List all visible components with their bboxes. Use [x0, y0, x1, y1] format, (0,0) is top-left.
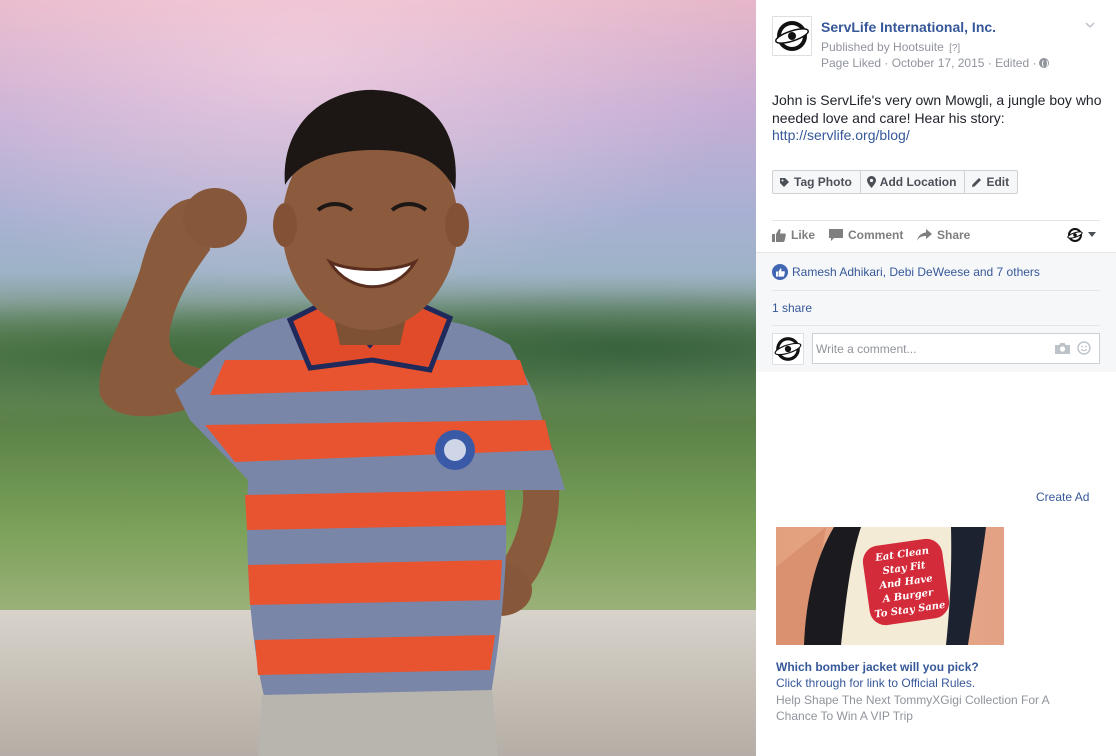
- thumbs-up-icon: [772, 228, 786, 242]
- boy-figure: [99, 89, 565, 756]
- globe-icon[interactable]: [1039, 58, 1050, 68]
- create-ad-link[interactable]: Create Ad: [1036, 490, 1089, 504]
- add-location-button[interactable]: Add Location: [861, 171, 966, 193]
- location-pin-icon: [866, 176, 876, 188]
- page-avatar[interactable]: [772, 16, 812, 56]
- publisher-line: Published by Hootsuite [?]: [821, 40, 960, 54]
- like-reaction-icon: [772, 264, 788, 280]
- divider: [772, 325, 1100, 326]
- reactions-summary[interactable]: Ramesh Adhikari, Debi DeWeese and 7 othe…: [772, 264, 1040, 280]
- comment-button[interactable]: Comment: [829, 228, 903, 242]
- ad-subtitle-link[interactable]: Click through for link to Official Rules…: [776, 676, 975, 690]
- post-meta: Page Liked · October 17, 2015 · Edited ·: [821, 56, 1050, 70]
- edit-button[interactable]: Edit: [965, 171, 1017, 193]
- shares-count-link[interactable]: 1 share: [772, 301, 812, 315]
- chevron-down-icon[interactable]: [1084, 19, 1096, 31]
- post-message: John is ServLife's very own Mowgli, a ju…: [772, 92, 1102, 126]
- ad-image[interactable]: Eat Clean Stay Fit And Have A Burger To …: [776, 527, 1004, 645]
- actor-selector[interactable]: [1067, 227, 1097, 243]
- photo-actions-bar: Tag Photo Add Location Edit: [772, 170, 1019, 194]
- divider: [772, 290, 1100, 291]
- reactions-text[interactable]: Ramesh Adhikari, Debi DeWeese and 7 othe…: [792, 265, 1040, 279]
- publisher-help-link[interactable]: [?]: [949, 43, 960, 54]
- comment-box: [812, 333, 1100, 364]
- like-button[interactable]: Like: [772, 228, 815, 242]
- add-location-label: Add Location: [879, 175, 957, 189]
- post-photo[interactable]: [0, 0, 756, 756]
- post-header: ServLife International, Inc. Published b…: [772, 16, 1102, 76]
- share-label: Share: [937, 228, 971, 242]
- camera-icon[interactable]: [1055, 342, 1070, 354]
- share-arrow-icon: [917, 229, 932, 241]
- tag-photo-button[interactable]: Tag Photo: [773, 171, 861, 193]
- servlife-logo-icon: [774, 337, 802, 361]
- post-side-panel: ServLife International, Inc. Published b…: [756, 0, 1116, 756]
- post-link[interactable]: http://servlife.org/blog/: [772, 127, 910, 143]
- share-button[interactable]: Share: [917, 228, 970, 242]
- edit-label: Edit: [986, 175, 1010, 189]
- comment-input[interactable]: [816, 340, 1046, 358]
- page-name-link[interactable]: ServLife International, Inc.: [821, 19, 996, 35]
- bomber-jacket-image: Eat Clean Stay Fit And Have A Burger To …: [776, 527, 986, 645]
- ufi-actions: Like Comment Share: [772, 228, 1102, 244]
- pencil-icon: [972, 177, 982, 187]
- tag-icon: [780, 177, 789, 187]
- commenter-avatar: [772, 333, 804, 365]
- caret-down-icon: [1088, 232, 1096, 237]
- page-actor-avatar-icon: [1067, 228, 1083, 242]
- tag-photo-label: Tag Photo: [794, 175, 852, 189]
- divider: [772, 220, 1100, 221]
- ad-title-link[interactable]: Which bomber jacket will you pick?: [776, 660, 979, 674]
- comment-label: Comment: [848, 228, 904, 242]
- emoji-icon[interactable]: [1077, 341, 1091, 355]
- like-label: Like: [791, 228, 816, 242]
- publisher-text: Published by Hootsuite: [821, 40, 944, 54]
- servlife-logo-icon: [775, 21, 809, 51]
- post-meta-text: Page Liked · October 17, 2015 · Edited ·: [821, 56, 1037, 70]
- feedback-section: Ramesh Adhikari, Debi DeWeese and 7 othe…: [756, 252, 1116, 372]
- ad-description: Help Shape The Next TommyXGigi Collectio…: [776, 693, 1050, 723]
- comment-bubble-icon: [829, 228, 843, 241]
